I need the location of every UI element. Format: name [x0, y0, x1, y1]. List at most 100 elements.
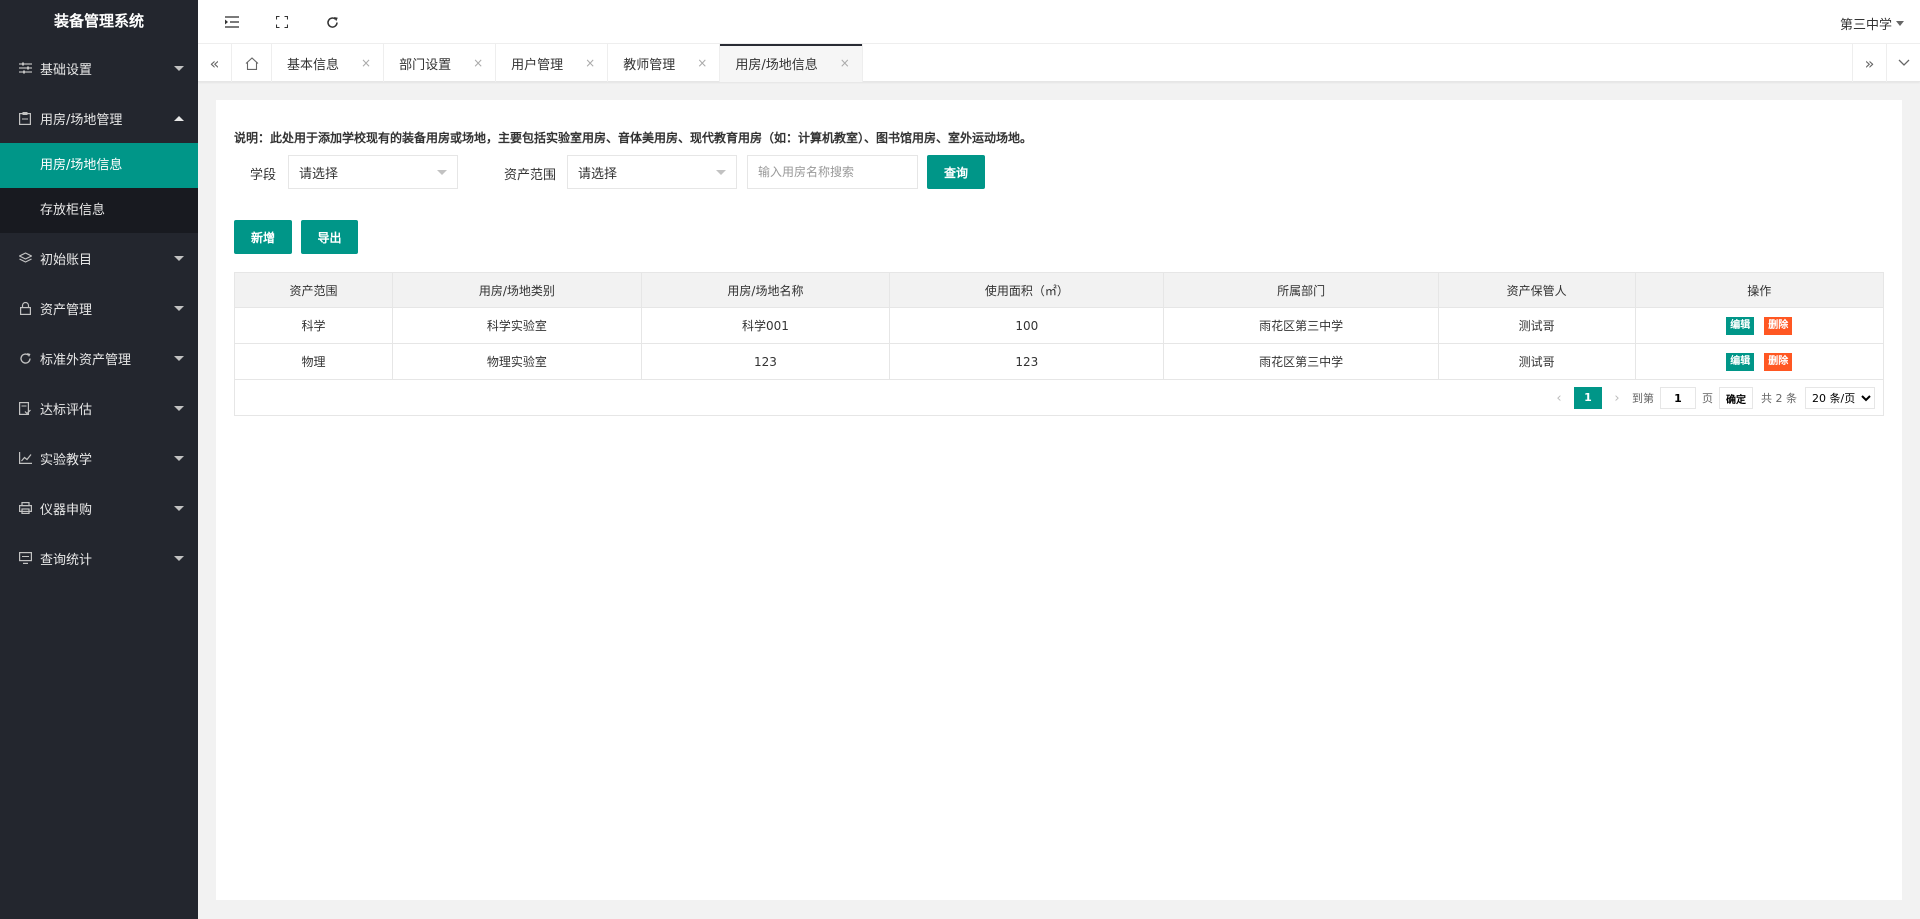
column-header: 用房/场地名称: [640, 272, 891, 308]
chevron-down-icon: [174, 355, 184, 361]
sidebar-item-label: 标准外资产管理: [40, 352, 132, 368]
column-header: 资产范围: [233, 272, 394, 308]
top-header: 第三中学: [198, 0, 1920, 44]
refresh-icon[interactable]: [322, 12, 342, 32]
delete-button[interactable]: 删除: [1764, 352, 1793, 371]
sidebar-item-instrument-purchase[interactable]: 仪器申购: [0, 483, 198, 533]
room-table: 资产范围 用房/场地类别 用房/场地名称 使用面积（㎡） 所属部门 资产保管人 …: [233, 272, 1885, 380]
user-menu[interactable]: 第三中学: [1840, 14, 1904, 33]
monitor-icon: [18, 551, 32, 565]
column-header: 操作: [1634, 272, 1885, 308]
sidebar-subitem-cabinet-info[interactable]: 存放柜信息: [0, 188, 198, 233]
sidebar-item-label: 资产管理: [40, 302, 93, 318]
stage-select[interactable]: 请选择: [288, 155, 458, 189]
table-row: 科学 科学实验室 科学001 100 雨花区第三中学 测试哥 编辑 删除: [233, 307, 1885, 344]
sidebar-subitem-room-info[interactable]: 用房/场地信息: [0, 143, 198, 188]
tab-label: 用房/场地信息: [735, 57, 818, 73]
close-icon[interactable]: ×: [473, 56, 483, 70]
menu-toggle-icon[interactable]: [222, 12, 242, 32]
stage-select-value: 请选择: [299, 166, 339, 182]
tab-basic-info[interactable]: 基本信息 ×: [272, 44, 385, 82]
room-search-input[interactable]: [747, 155, 918, 189]
pagination: ‹ 1 › 到第 页 确定 共 2 条 20 条/页: [1550, 387, 1875, 409]
sidebar-item-label: 实验教学: [40, 452, 93, 468]
tabs-scroll-left-icon[interactable]: «: [198, 44, 232, 82]
chevron-down-icon: [174, 505, 184, 511]
delete-button[interactable]: 删除: [1764, 316, 1793, 335]
refresh-icon: [18, 351, 32, 365]
sidebar-item-basic-settings[interactable]: 基础设置: [0, 43, 198, 93]
tab-label: 部门设置: [399, 57, 452, 73]
fullscreen-icon[interactable]: [272, 12, 292, 32]
page-description: 说明：此处用于添加学校现有的装备用房或场地，主要包括实验室用房、音体美用房、现代…: [234, 131, 1033, 145]
table-cell: 科学实验室: [392, 307, 642, 344]
sidebar-item-standard-evaluation[interactable]: 达标评估: [0, 383, 198, 433]
table-cell: 123: [889, 343, 1165, 380]
submenu-room-management: 用房/场地信息 存放柜信息: [0, 143, 198, 233]
tab-user-management[interactable]: 用户管理 ×: [496, 44, 609, 82]
table-cell: 雨花区第三中学: [1163, 343, 1439, 380]
scope-select[interactable]: 请选择: [567, 155, 737, 189]
tab-department-settings[interactable]: 部门设置 ×: [384, 44, 497, 82]
home-icon[interactable]: [232, 44, 272, 82]
table-cell: 物理实验室: [392, 343, 642, 380]
chevron-down-icon: [174, 255, 184, 261]
table-row: 物理 物理实验室 123 123 雨花区第三中学 测试哥 编辑 删除: [233, 343, 1885, 380]
edit-button[interactable]: 编辑: [1726, 352, 1755, 371]
column-header: 使用面积（㎡）: [889, 272, 1165, 308]
printer-icon: [18, 501, 32, 515]
sidebar-item-label: 初始账目: [40, 252, 93, 268]
tabs-scroll-right-icon[interactable]: »: [1852, 44, 1886, 82]
tab-label: 用户管理: [511, 57, 564, 73]
goto-page-input[interactable]: [1660, 387, 1696, 409]
tab-label: 教师管理: [623, 57, 676, 73]
tab-bar: « 基本信息 × 部门设置 × 用户管理 × 教师管理 × 用房/场地信息 × …: [198, 44, 1920, 82]
clipboard-icon: [18, 111, 32, 125]
sidebar-item-query-statistics[interactable]: 查询统计: [0, 533, 198, 583]
lock-icon: [18, 301, 32, 315]
chevron-down-icon: [437, 170, 447, 175]
table-cell: 测试哥: [1437, 307, 1636, 344]
page-number-current[interactable]: 1: [1574, 387, 1602, 409]
goto-confirm-button[interactable]: 确定: [1719, 387, 1753, 409]
sidebar-item-asset-management[interactable]: 资产管理: [0, 283, 198, 333]
prev-page-icon[interactable]: ‹: [1550, 391, 1568, 406]
query-button[interactable]: 查询: [927, 155, 985, 189]
sidebar-item-label: 查询统计: [40, 552, 93, 568]
page-size-select[interactable]: 20 条/页: [1805, 387, 1875, 409]
tab-room-info[interactable]: 用房/场地信息 ×: [720, 44, 863, 82]
close-icon[interactable]: ×: [840, 56, 850, 70]
app-title: 装备管理系统: [53, 12, 144, 30]
goto-suffix: 页: [1702, 392, 1713, 405]
sidebar-item-experiment-teaching[interactable]: 实验教学: [0, 433, 198, 483]
chevron-down-icon: [716, 170, 726, 175]
close-icon[interactable]: ×: [585, 56, 595, 70]
stage-label: 学段: [250, 168, 277, 183]
sidebar-item-nonstandard-assets[interactable]: 标准外资产管理: [0, 333, 198, 383]
table-cell: 科学001: [640, 307, 891, 344]
close-icon[interactable]: ×: [697, 56, 707, 70]
column-header: 用房/场地类别: [392, 272, 642, 308]
scope-label: 资产范围: [504, 168, 557, 183]
table-header-row: 资产范围 用房/场地类别 用房/场地名称 使用面积（㎡） 所属部门 资产保管人 …: [233, 272, 1885, 308]
table-cell: 100: [889, 307, 1165, 344]
close-icon[interactable]: ×: [361, 56, 371, 70]
sidebar-item-initial-accounts[interactable]: 初始账目: [0, 233, 198, 283]
tabs-dropdown-icon[interactable]: [1886, 44, 1920, 82]
document-check-icon: [18, 401, 32, 415]
tab-controls-right: »: [1852, 44, 1920, 82]
table-cell: 测试哥: [1437, 343, 1636, 380]
layers-icon: [18, 251, 32, 265]
caret-down-icon: [1896, 21, 1904, 26]
next-page-icon[interactable]: ›: [1608, 391, 1626, 406]
sidebar-item-room-management[interactable]: 用房/场地管理: [0, 93, 198, 143]
sidebar-item-label: 达标评估: [40, 402, 93, 418]
pagination-bar: ‹ 1 › 到第 页 确定 共 2 条 20 条/页: [234, 380, 1884, 416]
chart-icon: [18, 451, 32, 465]
sliders-icon: [18, 61, 32, 75]
export-button[interactable]: 导出: [301, 220, 358, 254]
goto-prefix: 到第: [1632, 392, 1654, 405]
tab-teacher-management[interactable]: 教师管理 ×: [608, 44, 721, 82]
add-button[interactable]: 新增: [234, 220, 292, 254]
edit-button[interactable]: 编辑: [1726, 316, 1755, 335]
